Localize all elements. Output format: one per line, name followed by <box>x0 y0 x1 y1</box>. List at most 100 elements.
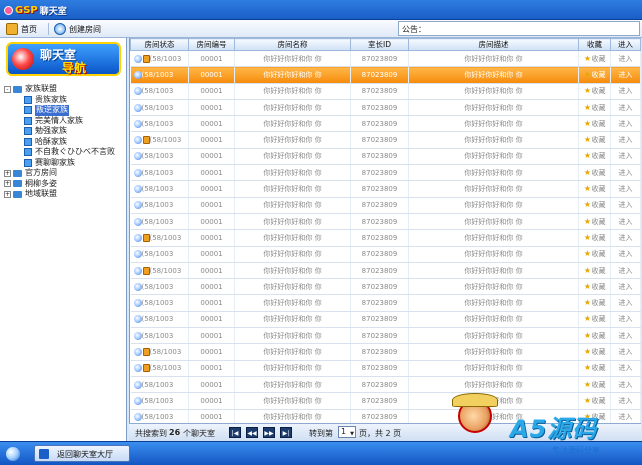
room-name[interactable]: 你好好你好和你 你 <box>234 164 351 182</box>
favorite-cell[interactable]: ★收藏 <box>578 294 611 312</box>
enter-button[interactable]: 进入 <box>610 99 641 117</box>
room-name[interactable]: 你好好你好和你 你 <box>234 294 351 312</box>
favorite-cell[interactable]: ★收藏 <box>578 392 611 410</box>
tree-item[interactable]: 不自救ぐひひべ不言败 <box>4 147 126 158</box>
table-row[interactable]: (58/1003 00001 你好好你好和你 你 87023809 你好好你好和你 你 ★… <box>130 343 641 361</box>
room-name[interactable]: 你好好你好和你 你 <box>234 213 351 231</box>
room-name[interactable]: 你好好你好和你 你 <box>234 197 351 214</box>
favorite-cell[interactable]: ★收藏 <box>578 83 611 100</box>
favorite-cell[interactable]: ★收藏 <box>578 66 611 84</box>
favorite-cell[interactable]: ★收藏 <box>578 131 611 149</box>
back-to-lobby-button[interactable]: 返回聊天室大厅 <box>34 445 130 462</box>
col-header-enter[interactable]: 进入 <box>610 38 641 51</box>
collapse-icon[interactable]: - <box>4 85 11 93</box>
room-name[interactable]: 你好好你好和你 你 <box>234 343 351 361</box>
room-name[interactable]: 你好好你好和你 你 <box>234 278 351 296</box>
create-room-button[interactable]: 创建房间 <box>54 22 101 36</box>
first-page-icon[interactable]: |◀ <box>229 427 241 438</box>
enter-button[interactable]: 进入 <box>610 213 641 231</box>
favorite-cell[interactable]: ★收藏 <box>578 197 611 214</box>
prev-page-icon[interactable]: ◀◀ <box>246 427 258 438</box>
room-name[interactable]: 你好好你好和你 你 <box>234 115 351 133</box>
favorite-cell[interactable]: ★收藏 <box>578 180 611 198</box>
favorite-cell[interactable]: ★收藏 <box>578 311 611 329</box>
table-row[interactable]: (58/1003 00001 你好好你好和你 你 87023809 你好好你好和你 你 ★… <box>130 131 641 149</box>
tree-item[interactable]: 哈酥家族 <box>4 137 126 148</box>
favorite-cell[interactable]: ★收藏 <box>578 262 611 280</box>
favorite-cell[interactable]: ★收藏 <box>578 213 611 231</box>
room-name[interactable]: 你好好你好和你 你 <box>234 131 351 149</box>
room-name[interactable]: 你好好你好和你 你 <box>234 66 351 84</box>
favorite-cell[interactable]: ★收藏 <box>578 360 611 377</box>
enter-button[interactable]: 进入 <box>610 327 641 345</box>
col-header-room-name[interactable]: 房间名称 <box>234 38 351 51</box>
table-row[interactable]: (58/1003 00001 你好好你好和你 你 87023809 你好好你好和你 你 ★… <box>130 392 641 410</box>
favorite-cell[interactable]: ★收藏 <box>578 99 611 117</box>
enter-button[interactable]: 进入 <box>610 392 641 410</box>
col-header-description[interactable]: 房间描述 <box>408 38 579 51</box>
room-name[interactable]: 你好好你好和你 你 <box>234 229 351 247</box>
tree-item[interactable]: 叛逆家族 <box>4 105 126 116</box>
tree-group[interactable]: - 家族联盟 <box>4 84 126 95</box>
table-row[interactable]: (58/1003 00001 你好好你好和你 你 87023809 你好好你好和你 你 ★… <box>130 246 641 263</box>
tree-item[interactable]: 完美情人家族 <box>4 116 126 127</box>
table-row[interactable]: (58/1003 00001 你好好你好和你 你 87023809 你好好你好和你 你 ★… <box>130 180 641 198</box>
favorite-cell[interactable]: ★收藏 <box>578 278 611 296</box>
next-page-icon[interactable]: ▶▶ <box>263 427 275 438</box>
table-row[interactable]: (58/1003 00001 你好好你好和你 你 87023809 你好好你好和你 你 ★… <box>130 197 641 214</box>
favorite-cell[interactable]: ★收藏 <box>578 148 611 166</box>
table-row[interactable]: (58/1003 00001 你好好你好和你 你 87023809 你好好你好和你 你 ★… <box>130 376 641 394</box>
enter-button[interactable]: 进入 <box>610 360 641 377</box>
tree-item[interactable]: 赛聊聊家族 <box>4 158 126 169</box>
last-page-icon[interactable]: ▶| <box>280 427 292 438</box>
tree-item[interactable]: 勉强家族 <box>4 126 126 137</box>
favorite-cell[interactable]: ★收藏 <box>578 50 611 68</box>
expand-icon[interactable]: + <box>4 180 11 188</box>
room-name[interactable]: 你好好你好和你 你 <box>234 360 351 377</box>
room-name[interactable]: 你好好你好和你 你 <box>234 148 351 166</box>
room-name[interactable]: 你好好你好和你 你 <box>234 376 351 394</box>
enter-button[interactable]: 进入 <box>610 229 641 247</box>
enter-button[interactable]: 进入 <box>610 50 641 68</box>
enter-button[interactable]: 进入 <box>610 278 641 296</box>
room-name[interactable]: 你好好你好和你 你 <box>234 50 351 68</box>
table-row[interactable]: (58/1003 00001 你好好你好和你 你 87023809 你好好你好和你 你 ★… <box>130 327 641 345</box>
table-row[interactable]: (58/1003 00001 你好好你好和你 你 87023809 你好好你好和你 你 ★… <box>130 148 641 166</box>
start-icon[interactable] <box>6 447 20 461</box>
enter-button[interactable]: 进入 <box>610 148 641 166</box>
col-header-owner-id[interactable]: 室长ID <box>350 38 409 51</box>
enter-button[interactable]: 进入 <box>610 376 641 394</box>
room-name[interactable]: 你好好你好和你 你 <box>234 246 351 263</box>
table-row[interactable]: (58/1003 00001 你好好你好和你 你 87023809 你好好你好和你 你 ★… <box>130 278 641 296</box>
enter-button[interactable]: 进入 <box>610 131 641 149</box>
enter-button[interactable]: 进入 <box>610 262 641 280</box>
enter-button[interactable]: 进入 <box>610 83 641 100</box>
room-name[interactable]: 你好好你好和你 你 <box>234 311 351 329</box>
tree-item[interactable]: 贵族家族 <box>4 95 126 106</box>
table-row[interactable]: (58/1003 00001 你好好你好和你 你 87023809 你好好你好和你 你 ★… <box>130 213 641 231</box>
room-name[interactable]: 你好好你好和你 你 <box>234 392 351 410</box>
enter-button[interactable]: 进入 <box>610 343 641 361</box>
table-row[interactable]: (58/1003 00001 你好好你好和你 你 87023809 你好好你好和你 你 ★… <box>130 99 641 117</box>
enter-button[interactable]: 进入 <box>610 294 641 312</box>
tree-group[interactable]: + 地域联盟 <box>4 189 126 200</box>
tree-group[interactable]: + 桐柳多姿 <box>4 179 126 190</box>
enter-button[interactable]: 进入 <box>610 115 641 133</box>
col-header-status[interactable]: 房间状态 <box>130 38 189 51</box>
table-row[interactable]: (58/1003 00001 你好好你好和你 你 87023809 你好好你好和你 你 ★… <box>130 311 641 329</box>
page-select[interactable]: 1 ▼ <box>338 426 356 438</box>
favorite-cell[interactable]: ★收藏 <box>578 164 611 182</box>
expand-icon[interactable]: + <box>4 190 11 198</box>
col-header-room-id[interactable]: 房间编号 <box>188 38 235 51</box>
favorite-cell[interactable]: ★收藏 <box>578 229 611 247</box>
room-name[interactable]: 你好好你好和你 你 <box>234 83 351 100</box>
favorite-cell[interactable]: ★收藏 <box>578 115 611 133</box>
table-row[interactable]: (58/1003 00001 你好好你好和你 你 87023809 你好好你好和你 你 ★… <box>130 360 641 377</box>
favorite-cell[interactable]: ★收藏 <box>578 376 611 394</box>
table-row[interactable]: (58/1003 00001 你好好你好和你 你 87023809 你好好你好和你 你 ★… <box>130 294 641 312</box>
enter-button[interactable]: 进入 <box>610 164 641 182</box>
favorite-cell[interactable]: ★收藏 <box>578 343 611 361</box>
table-row[interactable]: (58/1003 00001 你好好你好和你 你 87023809 你好好你好和你 你 ★… <box>130 66 641 84</box>
tree-group[interactable]: + 官方房间 <box>4 168 126 179</box>
table-row[interactable]: (58/1003 00001 你好好你好和你 你 87023809 你好好你好和你 你 ★… <box>130 229 641 247</box>
